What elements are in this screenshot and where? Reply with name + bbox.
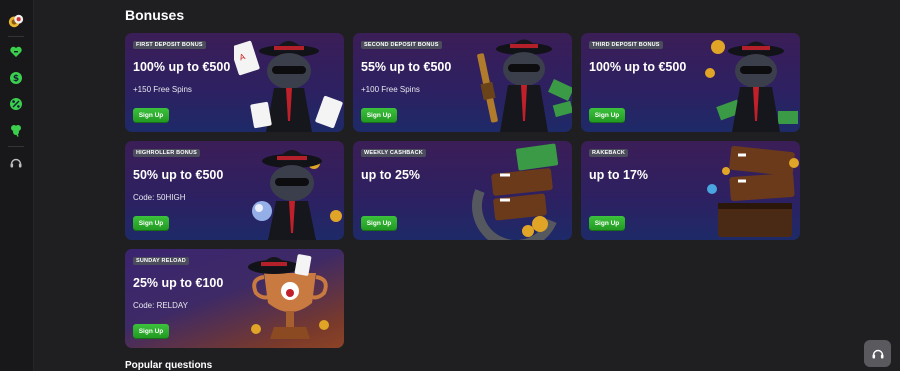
bonus-subtext: +150 Free Spins <box>133 85 192 94</box>
bonus-card-highroller[interactable]: Highroller Bonus 50% up to €500 Code: 50… <box>125 141 344 240</box>
bonus-card-rakeback[interactable]: Rakeback up to 17% Sign Up <box>581 141 800 240</box>
bonus-card-first-deposit[interactable]: First Deposit Bonus 100% up to €500 +150… <box>125 33 344 132</box>
raccoon-mascot-image <box>252 150 342 240</box>
bonus-headline: 25% up to €100 <box>133 276 224 290</box>
sign-up-button[interactable]: Sign Up <box>589 108 625 122</box>
bonus-card-weekly-cashback[interactable]: Weekly Cashback up to 25% Sign Up <box>353 141 572 240</box>
raccoon-mascot-image <box>477 39 572 132</box>
bonus-badge: Rakeback <box>589 149 629 157</box>
bonus-badge: Highroller Bonus <box>133 149 200 157</box>
sidebar-divider <box>8 36 24 37</box>
sidebar-divider <box>8 146 24 147</box>
bonus-headline: 100% up to €500 <box>589 60 687 74</box>
sign-up-button[interactable]: Sign Up <box>589 216 625 230</box>
svg-text:$: $ <box>13 74 19 84</box>
trophy-hat-image <box>248 254 329 339</box>
bonus-badge: Second Deposit Bonus <box>361 41 442 49</box>
bonus-badge: Weekly Cashback <box>361 149 426 157</box>
bonus-badge: Sunday Reload <box>133 257 189 265</box>
bonus-headline: 50% up to €500 <box>133 168 224 182</box>
bonus-badge: Third Deposit Bonus <box>589 41 663 49</box>
bonus-card-third-deposit[interactable]: Third Deposit Bonus 100% up to €500 Sign… <box>581 33 800 132</box>
bonus-subtext: Code: RELDAY <box>133 301 188 310</box>
clover-icon[interactable] <box>8 122 24 138</box>
bonus-headline: up to 17% <box>589 168 649 182</box>
page-title: Bonuses <box>125 7 185 23</box>
support-chat-button[interactable] <box>864 340 891 367</box>
sign-up-button[interactable]: Sign Up <box>133 108 169 122</box>
dollar-coin-icon[interactable]: $ <box>8 70 24 86</box>
bonus-badge: First Deposit Bonus <box>133 41 206 49</box>
headset-icon[interactable] <box>8 155 24 171</box>
percent-icon[interactable] <box>8 96 24 112</box>
bonus-card-second-deposit[interactable]: Second Deposit Bonus 55% up to €500 +100… <box>353 33 572 132</box>
popular-questions-heading: Popular questions <box>125 360 213 371</box>
bonus-headline: up to 25% <box>361 168 421 182</box>
raccoon-mascot-image <box>705 40 798 132</box>
bonus-card-sunday-reload[interactable]: Sunday Reload 25% up to €100 Code: RELDA… <box>125 249 344 348</box>
raccoon-mascot-image: A <box>234 40 343 132</box>
bonus-subtext: Code: 50HIGH <box>133 193 186 202</box>
cashback-sign-image <box>472 143 559 240</box>
heart-icon[interactable] <box>8 44 24 60</box>
sign-up-button[interactable]: Sign Up <box>361 216 397 230</box>
rakeback-sign-image <box>707 146 799 237</box>
casino-chips-icon[interactable] <box>8 13 24 29</box>
sign-up-button[interactable]: Sign Up <box>133 324 169 338</box>
headset-icon <box>872 349 883 358</box>
sign-up-button[interactable]: Sign Up <box>361 108 397 122</box>
bonus-headline: 100% up to €500 <box>133 60 231 74</box>
sidebar: $ <box>0 0 34 371</box>
sign-up-button[interactable]: Sign Up <box>133 216 169 230</box>
main-content: Bonuses First Deposit Bonus 100% up to €… <box>33 0 900 371</box>
bonus-subtext: +100 Free Spins <box>361 85 420 94</box>
bonus-headline: 55% up to €500 <box>361 60 452 74</box>
